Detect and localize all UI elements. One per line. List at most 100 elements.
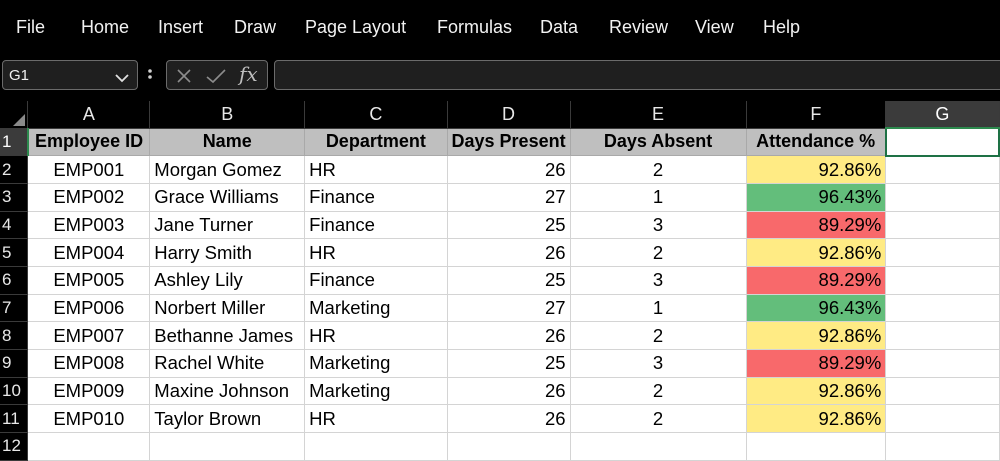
cell-empty[interactable]	[304, 432, 448, 461]
cell-days-present[interactable]: 26	[447, 377, 571, 406]
row-header[interactable]: 8	[0, 321, 29, 350]
cell-name[interactable]: Norbert Miller	[149, 294, 306, 323]
cell-name[interactable]: Grace Williams	[149, 183, 306, 212]
row-header[interactable]: 9	[0, 349, 29, 378]
cell-department[interactable]: HR	[304, 238, 448, 267]
cell-empty[interactable]	[570, 432, 747, 461]
row-header[interactable]: 6	[0, 266, 29, 295]
cell-department[interactable]: HR	[304, 404, 448, 434]
menu-review[interactable]: Review	[609, 17, 668, 38]
cell-employee-id[interactable]: EMP003	[27, 211, 151, 240]
cell-empty[interactable]	[885, 238, 1000, 267]
header-cell-employee-id[interactable]: Employee ID	[27, 128, 151, 157]
cell-attendance[interactable]: 92.86%	[746, 321, 887, 350]
cell-department[interactable]: Marketing	[304, 377, 448, 406]
cell-employee-id[interactable]: EMP005	[27, 266, 151, 295]
select-all-corner[interactable]	[0, 101, 29, 129]
cell-name[interactable]: Taylor Brown	[149, 404, 306, 434]
cell-attendance[interactable]: 92.86%	[746, 238, 887, 267]
cell-employee-id[interactable]: EMP001	[27, 155, 151, 184]
menu-view[interactable]: View	[695, 17, 734, 38]
cell-employee-id[interactable]: EMP006	[27, 294, 151, 323]
cell-days-absent[interactable]: 3	[570, 266, 747, 295]
more-options-icon[interactable]	[147, 65, 153, 90]
menu-data[interactable]: Data	[540, 17, 578, 38]
cell-employee-id[interactable]: EMP004	[27, 238, 151, 267]
menu-insert[interactable]: Insert	[158, 17, 203, 38]
cell-days-present[interactable]: 25	[447, 349, 571, 378]
cell-name[interactable]: Rachel White	[149, 349, 306, 378]
row-header[interactable]: 11	[0, 404, 29, 434]
cell-days-present[interactable]: 25	[447, 266, 571, 295]
cell-name[interactable]: Ashley Lily	[149, 266, 306, 295]
cell-employee-id[interactable]: EMP002	[27, 183, 151, 212]
menu-home[interactable]: Home	[81, 17, 129, 38]
cell-days-present[interactable]: 26	[447, 404, 571, 434]
header-cell-days-absent[interactable]: Days Absent	[570, 128, 747, 157]
row-header[interactable]: 3	[0, 183, 29, 212]
cell-attendance[interactable]: 89.29%	[746, 211, 887, 240]
cell-days-absent[interactable]: 3	[570, 211, 747, 240]
row-header[interactable]: 1	[0, 128, 29, 157]
formula-input[interactable]	[274, 60, 1000, 90]
cell-attendance[interactable]: 92.86%	[746, 377, 887, 406]
cell-empty[interactable]	[885, 321, 1000, 350]
cell-attendance[interactable]: 96.43%	[746, 294, 887, 323]
cell-days-present[interactable]: 26	[447, 321, 571, 350]
cell-employee-id[interactable]: EMP008	[27, 349, 151, 378]
cell-empty[interactable]	[149, 432, 306, 461]
cell-empty[interactable]	[27, 432, 151, 461]
cell-days-absent[interactable]: 2	[570, 238, 747, 267]
column-header-a[interactable]: A	[27, 101, 151, 129]
cell-days-absent[interactable]: 1	[570, 183, 747, 212]
cell-days-present[interactable]: 27	[447, 183, 571, 212]
menu-file[interactable]: File	[16, 17, 45, 38]
cell-employee-id[interactable]: EMP010	[27, 404, 151, 434]
cell-department[interactable]: HR	[304, 321, 448, 350]
cell-empty[interactable]	[447, 432, 571, 461]
cell-attendance[interactable]: 96.43%	[746, 183, 887, 212]
cell-department[interactable]: Finance	[304, 211, 448, 240]
row-header[interactable]: 2	[0, 155, 29, 184]
cancel-icon[interactable]	[175, 67, 193, 90]
row-header[interactable]: 4	[0, 211, 29, 240]
active-cell-g1[interactable]	[884, 127, 1000, 157]
cell-department[interactable]: Finance	[304, 266, 448, 295]
header-cell-attendance[interactable]: Attendance %	[746, 128, 887, 157]
cell-department[interactable]: HR	[304, 155, 448, 184]
check-icon[interactable]	[205, 67, 227, 90]
menu-formulas[interactable]: Formulas	[437, 17, 512, 38]
menu-draw[interactable]: Draw	[234, 17, 276, 38]
menu-help[interactable]: Help	[763, 17, 800, 38]
cell-employee-id[interactable]: EMP007	[27, 321, 151, 350]
column-header-g[interactable]: G	[885, 101, 1000, 129]
cell-empty[interactable]	[885, 266, 1000, 295]
column-header-f[interactable]: F	[746, 101, 887, 129]
cell-empty[interactable]	[885, 432, 1000, 461]
header-cell-days-present[interactable]: Days Present	[447, 128, 571, 157]
row-header[interactable]: 7	[0, 294, 29, 323]
name-box[interactable]: G1	[2, 60, 138, 90]
cell-name[interactable]: Bethanne James	[149, 321, 306, 350]
cell-empty[interactable]	[885, 183, 1000, 212]
cell-attendance[interactable]: 89.29%	[746, 349, 887, 378]
cell-name[interactable]: Jane Turner	[149, 211, 306, 240]
cell-employee-id[interactable]: EMP009	[27, 377, 151, 406]
column-header-e[interactable]: E	[570, 101, 747, 129]
insert-function-icon[interactable]: fx	[239, 62, 258, 86]
cell-name[interactable]: Maxine Johnson	[149, 377, 306, 406]
cell-days-absent[interactable]: 1	[570, 294, 747, 323]
cell-days-present[interactable]: 27	[447, 294, 571, 323]
row-header[interactable]: 12	[0, 432, 29, 461]
column-header-d[interactable]: D	[447, 101, 571, 129]
cell-name[interactable]: Harry Smith	[149, 238, 306, 267]
column-header-c[interactable]: C	[304, 101, 448, 129]
cell-days-absent[interactable]: 2	[570, 321, 747, 350]
cell-empty[interactable]	[885, 211, 1000, 240]
cell-days-present[interactable]: 26	[447, 155, 571, 184]
header-cell-department[interactable]: Department	[304, 128, 448, 157]
cell-name[interactable]: Morgan Gomez	[149, 155, 306, 184]
row-header[interactable]: 10	[0, 377, 29, 406]
cell-attendance[interactable]: 92.86%	[746, 155, 887, 184]
cell-empty[interactable]	[885, 294, 1000, 323]
